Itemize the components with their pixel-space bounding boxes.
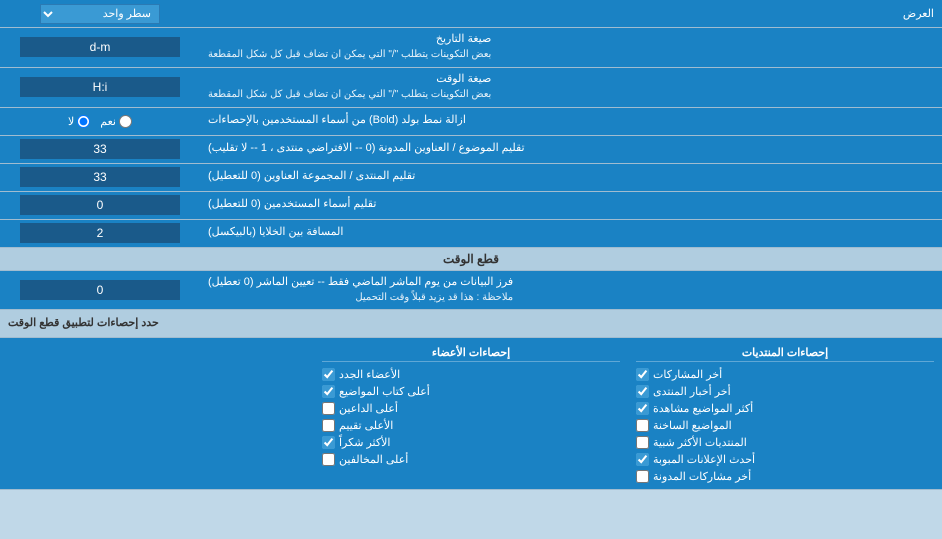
cb-col1-2[interactable] (636, 402, 649, 415)
cb2-item-4: الأكثر شكراً (322, 436, 620, 449)
cutoff-days-input[interactable] (20, 280, 180, 300)
space-input-container (0, 220, 200, 247)
date-format-input-container (0, 28, 200, 67)
bold-remove-radio-group: نعم لا (0, 112, 200, 131)
bold-remove-label: ازالة نمط بولد (Bold) من أسماء المستخدمي… (200, 109, 942, 132)
time-format-row: صيغة الوقت بعض التكوينات يتطلب "/" التي … (0, 68, 942, 108)
main-container: العرض سطر واحد سطرين ثلاثة أسطر صيغة الت… (0, 0, 942, 490)
cutoff-days-label: فرز البيانات من يوم الماشر الماضي فقط --… (200, 271, 942, 310)
col1-header: إحصاءات المنتديات (636, 344, 934, 362)
cb-col2-0[interactable] (322, 368, 335, 381)
cb-col2-5[interactable] (322, 453, 335, 466)
forum-limit-label: تقليم المنتدى / المجموعة العناوين (0 للت… (200, 164, 942, 191)
space-row: المسافة بين الخلايا (بالبيكسل) (0, 220, 942, 248)
checkboxes-section: إحصاءات المنتديات أخر المشاركات أخر أخبا… (0, 338, 942, 490)
cb2-item-2: أعلى الداعين (322, 402, 620, 415)
stats-header-row: حدد إحصاءات لتطبيق قطع الوقت (0, 310, 942, 338)
cb-col1-6[interactable] (636, 470, 649, 483)
cb-item-5: أحدث الإعلانات المبوبة (636, 453, 934, 466)
time-format-label: صيغة الوقت بعض التكوينات يتطلب "/" التي … (200, 68, 942, 107)
cb-col2-1[interactable] (322, 385, 335, 398)
forum-limit-input-container (0, 164, 200, 191)
cb-item-0: أخر المشاركات (636, 368, 934, 381)
date-format-input[interactable] (20, 37, 180, 57)
cb-item-2: أكثر المواضيع مشاهدة (636, 402, 934, 415)
cutoff-section-title: قطع الوقت (0, 248, 942, 270)
display-label: العرض (200, 3, 942, 24)
cutoff-days-input-container (0, 271, 200, 310)
topics-limit-input[interactable] (20, 139, 180, 159)
col3-empty (0, 342, 314, 485)
bold-yes-label[interactable]: نعم (100, 115, 132, 128)
cb2-item-3: الأعلى تقييم (322, 419, 620, 432)
forum-limit-row: تقليم المنتدى / المجموعة العناوين (0 للت… (0, 164, 942, 192)
checkboxes-grid: إحصاءات المنتديات أخر المشاركات أخر أخبا… (0, 338, 942, 489)
space-input[interactable] (20, 223, 180, 243)
date-format-row: صيغة التاريخ بعض التكوينات يتطلب "/" الت… (0, 28, 942, 68)
time-format-input-container (0, 68, 200, 107)
cb-col2-3[interactable] (322, 419, 335, 432)
cb-col1-0[interactable] (636, 368, 649, 381)
bold-remove-row: ازالة نمط بولد (Bold) من أسماء المستخدمي… (0, 108, 942, 136)
cb2-item-1: أعلى كتاب المواضيع (322, 385, 620, 398)
display-row: العرض سطر واحد سطرين ثلاثة أسطر (0, 0, 942, 28)
forum-limit-input[interactable] (20, 167, 180, 187)
topics-limit-row: تقليم الموضوع / العناوين المدونة (0 -- ا… (0, 136, 942, 164)
cb-item-4: المنتديات الأكثر شبية (636, 436, 934, 449)
cb2-item-5: أعلى المخالفين (322, 453, 620, 466)
cb-col1-3[interactable] (636, 419, 649, 432)
display-select-container: سطر واحد سطرين ثلاثة أسطر (0, 1, 200, 27)
cutoff-days-row: فرز البيانات من يوم الماشر الماضي فقط --… (0, 271, 942, 311)
display-select[interactable]: سطر واحد سطرين ثلاثة أسطر (40, 4, 160, 24)
cutoff-section-header-row: قطع الوقت (0, 248, 942, 271)
date-format-label: صيغة التاريخ بعض التكوينات يتطلب "/" الت… (200, 28, 942, 67)
cb-col2-4[interactable] (322, 436, 335, 449)
bold-yes-radio[interactable] (119, 115, 132, 128)
cb-col1-1[interactable] (636, 385, 649, 398)
col2-header: إحصاءات الأعضاء (322, 344, 620, 362)
bold-no-label[interactable]: لا (68, 115, 90, 128)
users-limit-label: تقليم أسماء المستخدمين (0 للتعطيل) (200, 192, 942, 219)
cb2-item-0: الأعضاء الجدد (322, 368, 620, 381)
topics-limit-label: تقليم الموضوع / العناوين المدونة (0 -- ا… (200, 136, 942, 163)
stats-header-label: حدد إحصاءات لتطبيق قطع الوقت (0, 310, 942, 337)
cb-col2-2[interactable] (322, 402, 335, 415)
col1: إحصاءات المنتديات أخر المشاركات أخر أخبا… (628, 342, 942, 485)
time-format-input[interactable] (20, 77, 180, 97)
users-limit-input-container (0, 192, 200, 219)
cb-item-6: أخر مشاركات المدونة (636, 470, 934, 483)
users-limit-row: تقليم أسماء المستخدمين (0 للتعطيل) (0, 192, 942, 220)
cb-col1-4[interactable] (636, 436, 649, 449)
users-limit-input[interactable] (20, 195, 180, 215)
topics-limit-input-container (0, 136, 200, 163)
space-label: المسافة بين الخلايا (بالبيكسل) (200, 220, 942, 247)
cb-item-1: أخر أخبار المنتدى (636, 385, 934, 398)
col2: إحصاءات الأعضاء الأعضاء الجدد أعلى كتاب … (314, 342, 628, 485)
cb-col1-5[interactable] (636, 453, 649, 466)
bold-no-radio[interactable] (77, 115, 90, 128)
cb-item-3: المواضيع الساخنة (636, 419, 934, 432)
